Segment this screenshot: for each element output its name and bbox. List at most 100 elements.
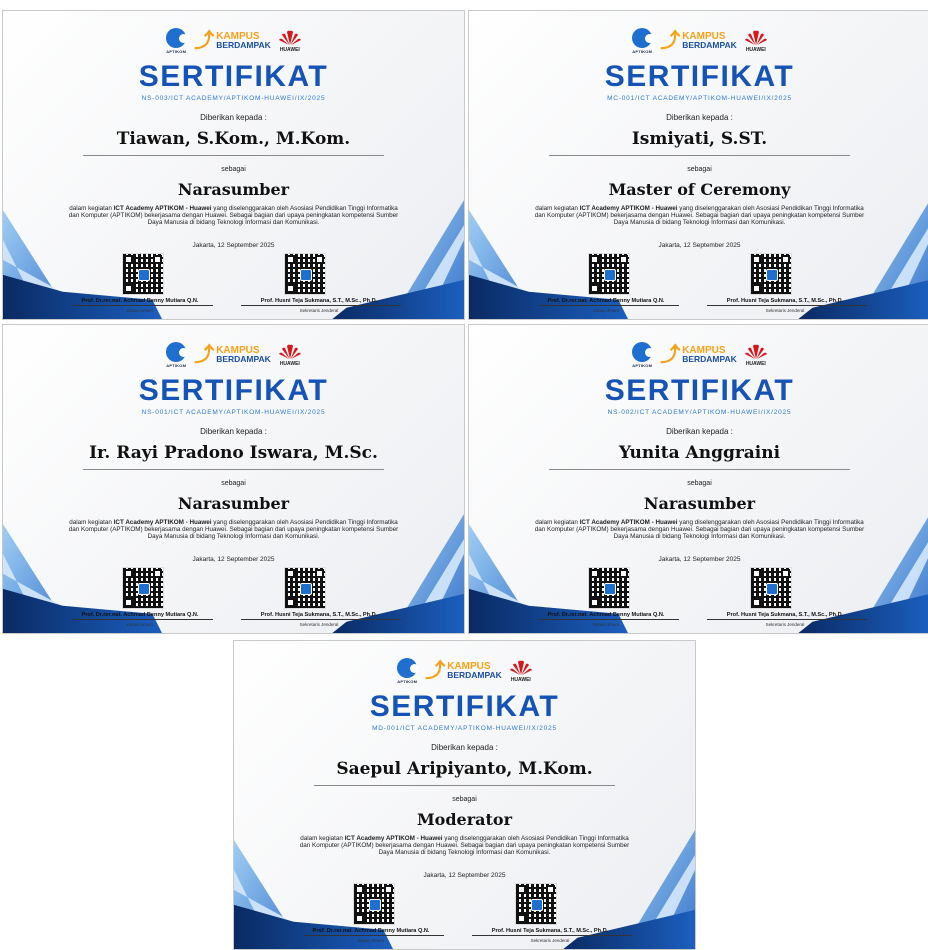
- aptikom-icon: [397, 658, 420, 678]
- huawei-flower-icon: [278, 30, 301, 45]
- aptikom-icon: [632, 342, 655, 362]
- huawei-logo: HUAWEI: [278, 344, 301, 367]
- certificate-title: SERTIFIKAT: [604, 60, 795, 93]
- signer-left-name: Prof. Dr.rer.nat. Achmad Benny Mutiara Q…: [312, 928, 430, 934]
- signature-line-right: [472, 935, 632, 936]
- qr-logo-icon: [766, 269, 778, 281]
- name-underline: [83, 155, 384, 156]
- desc-pre: dalam kegiatan: [69, 519, 114, 526]
- as-label: sebagai: [221, 480, 246, 487]
- aptikom-logo-text: APTIKOM: [632, 363, 653, 368]
- issue-date: Jakarta, 12 September 2025: [658, 556, 741, 563]
- huawei-logo-text: HUAWEI: [279, 360, 300, 367]
- aptikom-logo: APTIKOM: [632, 28, 655, 54]
- logo-row: APTIKOM ⤴ KAMPUS BERDAMPAK HUAWEI: [469, 339, 928, 371]
- huawei-flower-icon: [744, 344, 767, 359]
- given-to-label: Diberikan kepada :: [200, 113, 267, 122]
- issue-date: Jakarta, 12 September 2025: [192, 556, 275, 563]
- certificate-card: APTIKOM ⤴ KAMPUS BERDAMPAK HUAWEI SERTIF…: [233, 640, 696, 950]
- name-underline: [549, 155, 850, 156]
- kampus-icon: ⤴: [425, 660, 446, 682]
- qr-logo-icon: [138, 269, 150, 281]
- aptikom-logo: APTIKOM: [166, 28, 189, 54]
- qr-logo-icon: [531, 899, 543, 911]
- aptikom-logo-text: APTIKOM: [397, 679, 418, 684]
- signer-left-name: Prof. Dr.rer.nat. Achmad Benny Mutiara Q…: [547, 298, 665, 304]
- signer-right-position: Sekretaris Jenderal: [299, 622, 339, 627]
- certificate-description: dalam kegiatan ICT Academy APTIKOM - Hua…: [531, 205, 868, 226]
- name-underline: [549, 469, 850, 470]
- kampus-logo-line2: BERDAMPAK: [216, 354, 271, 364]
- huawei-logo: HUAWEI: [744, 30, 767, 53]
- certificate-title: SERTIFIKAT: [604, 374, 795, 407]
- issue-date: Jakarta, 12 September 2025: [658, 242, 741, 249]
- certificate-card: APTIKOM ⤴ KAMPUS BERDAMPAK HUAWEI SERTIF…: [468, 10, 928, 320]
- kampus-berdampak-logo: ⤴ KAMPUS BERDAMPAK: [660, 31, 737, 51]
- name-underline: [314, 785, 615, 786]
- kampus-berdampak-logo: ⤴ KAMPUS BERDAMPAK: [660, 345, 737, 365]
- signer-left-position: Ketua Umum: [357, 938, 385, 943]
- certificate-description: dalam kegiatan ICT Academy APTIKOM - Hua…: [531, 519, 868, 540]
- signer-left-position: Ketua Umum: [126, 622, 154, 627]
- kampus-icon: ⤴: [194, 344, 215, 366]
- aptikom-logo: APTIKOM: [397, 658, 420, 684]
- kampus-logo-line2: BERDAMPAK: [216, 40, 271, 50]
- desc-pre: dalam kegiatan: [300, 835, 345, 842]
- signature-line-left: [73, 619, 213, 620]
- recipient-role: Moderator: [416, 810, 513, 829]
- aptikom-icon: [166, 28, 189, 48]
- certificate-title: SERTIFIKAT: [138, 374, 329, 407]
- signer-right-position: Sekretaris Jenderal: [530, 938, 570, 943]
- signer-right-name: Prof. Husni Teja Sukmana, S.T., M.Sc., P…: [260, 298, 378, 304]
- desc-pre: dalam kegiatan: [69, 205, 114, 212]
- desc-event-name: ICT Academy APTIKOM - Huawei: [579, 519, 678, 526]
- huawei-logo-text: HUAWEI: [510, 676, 531, 683]
- certificate-title: SERTIFIKAT: [138, 60, 329, 93]
- huawei-logo-text: HUAWEI: [745, 360, 766, 367]
- certificate-card: APTIKOM ⤴ KAMPUS BERDAMPAK HUAWEI SERTIF…: [2, 10, 465, 320]
- recipient-role: Master of Ceremony: [608, 180, 791, 199]
- certificate-number: NS-002/ICT ACADEMY/APTIKOM-HUAWEI/IX/202…: [607, 409, 792, 416]
- issue-date: Jakarta, 12 September 2025: [423, 872, 506, 879]
- signer-left-position: Ketua Umum: [592, 308, 620, 313]
- signer-left-name: Prof. Dr.rer.nat. Achmad Benny Mutiara Q…: [81, 298, 199, 304]
- certificate-card: APTIKOM ⤴ KAMPUS BERDAMPAK HUAWEI SERTIF…: [2, 324, 465, 634]
- certificate-number: NS-003/ICT ACADEMY/APTIKOM-HUAWEI/IX/202…: [141, 95, 326, 102]
- signer-right-name: Prof. Husni Teja Sukmana, S.T., M.Sc., P…: [726, 298, 844, 304]
- qr-code-left: [122, 567, 164, 609]
- recipient-name: Yunita Anggraini: [618, 443, 781, 463]
- huawei-logo: HUAWEI: [509, 660, 532, 683]
- qr-logo-icon: [604, 583, 616, 595]
- aptikom-logo: APTIKOM: [632, 342, 655, 368]
- signature-line-left: [304, 935, 444, 936]
- aptikom-logo-text: APTIKOM: [166, 49, 187, 54]
- kampus-berdampak-logo: ⤴ KAMPUS BERDAMPAK: [194, 345, 271, 365]
- logo-row: APTIKOM ⤴ KAMPUS BERDAMPAK HUAWEI: [234, 655, 695, 687]
- logo-row: APTIKOM ⤴ KAMPUS BERDAMPAK HUAWEI: [469, 25, 928, 57]
- qr-logo-icon: [300, 583, 312, 595]
- signer-left-name: Prof. Dr.rer.nat. Achmad Benny Mutiara Q…: [547, 612, 665, 618]
- signer-right-name: Prof. Husni Teja Sukmana, S.T., M.Sc., P…: [726, 612, 844, 618]
- qr-code-right: [750, 567, 792, 609]
- qr-code-right: [515, 883, 557, 925]
- certificate-description: dalam kegiatan ICT Academy APTIKOM - Hua…: [296, 835, 633, 856]
- desc-event-name: ICT Academy APTIKOM - Huawei: [579, 205, 678, 212]
- certificate-number: MD-001/ICT ACADEMY/APTIKOM-HUAWEI/IX/202…: [372, 725, 557, 732]
- kampus-berdampak-logo: ⤴ KAMPUS BERDAMPAK: [194, 31, 271, 51]
- aptikom-logo-text: APTIKOM: [166, 363, 187, 368]
- qr-code-left: [353, 883, 395, 925]
- certificate-title: SERTIFIKAT: [369, 690, 560, 723]
- aptikom-icon: [166, 342, 189, 362]
- recipient-name: Ir. Rayi Pradono Iswara, M.Sc.: [89, 443, 378, 463]
- signature-line-left: [539, 619, 679, 620]
- qr-code-left: [588, 567, 630, 609]
- given-to-label: Diberikan kepada :: [431, 743, 498, 752]
- qr-logo-icon: [138, 583, 150, 595]
- recipient-name: Ismiyati, S.ST.: [631, 129, 768, 149]
- certificate-description: dalam kegiatan ICT Academy APTIKOM - Hua…: [65, 205, 402, 226]
- qr-code-right: [750, 253, 792, 295]
- desc-event-name: ICT Academy APTIKOM - Huawei: [113, 205, 212, 212]
- logo-row: APTIKOM ⤴ KAMPUS BERDAMPAK HUAWEI: [3, 25, 464, 57]
- recipient-role: Narasumber: [177, 180, 290, 199]
- certificate-card: APTIKOM ⤴ KAMPUS BERDAMPAK HUAWEI SERTIF…: [468, 324, 928, 634]
